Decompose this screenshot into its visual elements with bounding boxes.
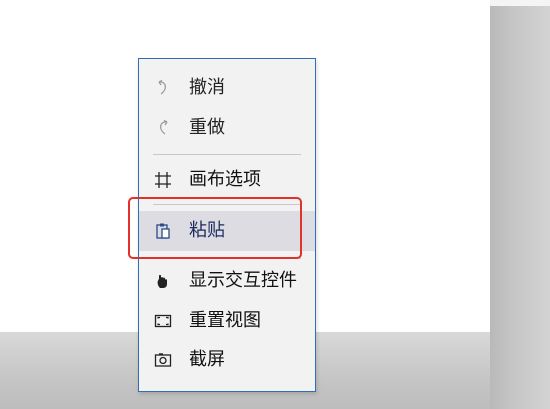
redo-icon bbox=[153, 118, 173, 138]
side-panel bbox=[490, 0, 550, 409]
menu-item-redo[interactable]: 重做 bbox=[139, 110, 315, 146]
context-menu: 撤消 重做 画布选项 粘贴 显示交互控件 重置视图 截屏 bbox=[138, 58, 316, 392]
menu-item-paste[interactable]: 粘贴 bbox=[139, 211, 315, 251]
undo-icon bbox=[153, 78, 173, 98]
side-panel-top-edge bbox=[490, 0, 550, 6]
menu-separator bbox=[153, 154, 301, 155]
menu-separator bbox=[153, 258, 301, 259]
menu-item-label: 重置视图 bbox=[189, 310, 261, 331]
interaction-widget-icon bbox=[153, 271, 173, 291]
menu-item-label: 撤消 bbox=[189, 77, 225, 98]
reset-view-icon bbox=[153, 311, 173, 331]
menu-item-reset-view[interactable]: 重置视图 bbox=[139, 303, 315, 339]
menu-item-screenshot[interactable]: 截屏 bbox=[139, 342, 315, 378]
menu-item-label: 截屏 bbox=[189, 349, 225, 370]
menu-item-canvas-options[interactable]: 画布选项 bbox=[139, 162, 315, 198]
menu-item-label: 画布选项 bbox=[189, 169, 261, 190]
screenshot-icon bbox=[153, 350, 173, 370]
menu-item-show-interaction-widgets[interactable]: 显示交互控件 bbox=[139, 263, 315, 299]
menu-item-label: 粘贴 bbox=[189, 220, 225, 241]
menu-item-label: 重做 bbox=[189, 117, 225, 138]
menu-separator bbox=[153, 204, 301, 205]
paste-icon bbox=[153, 221, 173, 241]
canvas-options-icon bbox=[153, 170, 173, 190]
menu-item-label: 显示交互控件 bbox=[189, 270, 297, 291]
menu-item-undo[interactable]: 撤消 bbox=[139, 70, 315, 106]
